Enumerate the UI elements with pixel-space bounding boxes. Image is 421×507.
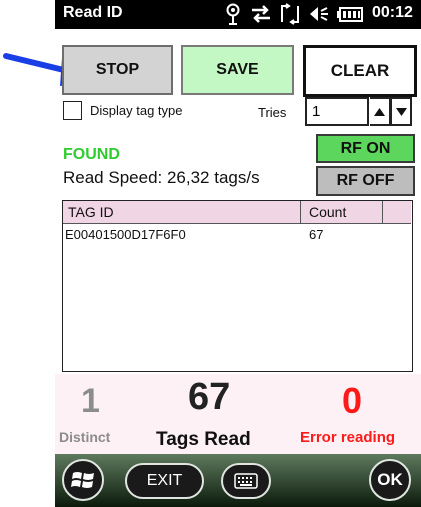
keyboard-button[interactable] <box>221 463 271 499</box>
tries-decrement-button[interactable] <box>391 97 412 126</box>
tag-table[interactable]: TAG ID Count E00401500D17F6F0 67 <box>62 200 413 372</box>
rf-on-button[interactable]: RF ON <box>316 134 415 163</box>
clock[interactable]: 00:12 <box>372 4 413 22</box>
keyboard-icon <box>234 473 258 489</box>
tries-input[interactable]: 1 <box>305 97 369 126</box>
display-tag-type-checkbox[interactable] <box>63 101 82 120</box>
error-reading-value: 0 <box>342 380 363 421</box>
stop-button[interactable]: STOP <box>62 45 173 95</box>
rf-off-button[interactable]: RF OFF <box>316 166 415 196</box>
windows-start-button[interactable] <box>62 459 104 501</box>
data-transfer-icon[interactable] <box>249 2 273 26</box>
column-header-count[interactable]: Count <box>309 204 346 220</box>
tries-label: Tries <box>258 105 287 120</box>
table-header: TAG ID Count <box>63 201 411 224</box>
tag-id-cell: E00401500D17F6F0 <box>65 227 186 242</box>
save-button[interactable]: SAVE <box>181 45 294 95</box>
status-bar: Read ID 00:12 <box>55 0 421 29</box>
connection-icon[interactable] <box>278 2 302 26</box>
found-status: FOUND <box>63 146 120 163</box>
count-cell: 67 <box>309 227 324 242</box>
distinct-label: Distinct <box>59 429 111 445</box>
app-title: Read ID <box>63 4 123 21</box>
ok-button[interactable]: OK <box>369 459 411 501</box>
display-tag-type-label: Display tag type <box>90 103 183 118</box>
clear-button[interactable]: CLEAR <box>303 45 417 97</box>
signal-icon <box>226 3 240 25</box>
error-reading-label: Error reading <box>300 429 396 446</box>
read-speed: Read Speed: 26,32 tags/s <box>63 168 260 187</box>
bottom-bar: EXIT OK <box>55 454 421 507</box>
tries-increment-button[interactable] <box>370 97 391 126</box>
column-divider <box>382 201 383 223</box>
windows-logo-icon <box>71 472 94 488</box>
volume-icon[interactable] <box>307 2 331 26</box>
counters-panel: 1 Distinct 67 Tags Read 0 Error reading <box>55 374 421 454</box>
column-divider <box>300 201 301 223</box>
tags-read-label: Tags Read <box>156 429 251 450</box>
battery-icon[interactable] <box>336 2 364 26</box>
distinct-value: 1 <box>81 382 100 420</box>
table-row[interactable]: E00401500D17F6F0 67 <box>63 225 411 243</box>
column-header-tag-id[interactable]: TAG ID <box>68 204 114 220</box>
triangle-up-icon <box>374 107 385 116</box>
triangle-down-icon <box>395 107 407 116</box>
exit-button[interactable]: EXIT <box>125 463 204 499</box>
tags-read-value: 67 <box>188 376 231 418</box>
